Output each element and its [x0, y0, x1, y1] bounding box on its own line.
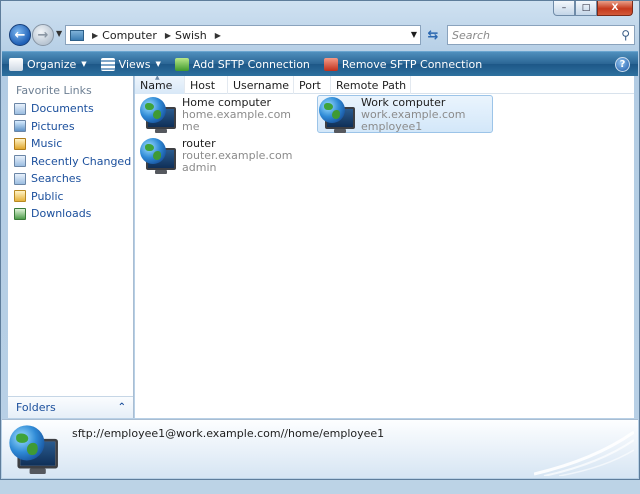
- folders-label: Folders: [16, 401, 56, 414]
- pictures-icon: [14, 120, 26, 133]
- search-icon[interactable]: ⚲: [621, 28, 630, 42]
- close-button[interactable]: X: [597, 1, 633, 16]
- add-sftp-connection-button[interactable]: Add SFTP Connection: [168, 52, 317, 76]
- caption-buttons: – □ X: [553, 1, 633, 16]
- sidebar-item-documents[interactable]: Documents: [8, 100, 133, 118]
- connection-user: admin: [182, 161, 217, 174]
- back-arrow-icon: ←: [14, 27, 26, 43]
- sidebar-item-label: Documents: [31, 102, 94, 116]
- navigation-pane: Favorite Links Documents Pictures Music …: [8, 76, 134, 418]
- forward-button[interactable]: →: [32, 24, 54, 46]
- file-list-pane: ▲ Name Host Username Port Remote Path Ho…: [135, 74, 634, 418]
- organize-label: Organize: [27, 57, 77, 71]
- sidebar-item-public[interactable]: Public: [8, 188, 133, 206]
- chevron-up-icon: ⌃: [117, 402, 126, 413]
- column-header-label: Host: [190, 78, 216, 92]
- remove-sftp-connection-button[interactable]: Remove SFTP Connection: [317, 52, 489, 76]
- column-header-label: Username: [233, 78, 290, 92]
- recent-pages-dropdown-icon[interactable]: ▼: [56, 29, 62, 38]
- column-header-username[interactable]: Username: [228, 76, 294, 94]
- column-header-port[interactable]: Port: [294, 76, 331, 94]
- sidebar-item-downloads[interactable]: Downloads: [8, 205, 133, 223]
- help-icon[interactable]: ?: [615, 57, 630, 72]
- breadcrumb-computer[interactable]: Computer: [102, 29, 157, 42]
- sidebar-item-label: Searches: [31, 172, 82, 186]
- sort-ascending-icon: ▲: [155, 74, 160, 81]
- views-label: Views: [118, 57, 151, 71]
- refresh-icon: ⇆: [427, 27, 439, 43]
- decorative-swoosh: [534, 430, 634, 476]
- music-icon: [14, 137, 26, 150]
- views-icon: [100, 57, 115, 71]
- connection-tile-home-computer[interactable]: Home computer home.example.com me: [139, 96, 315, 134]
- network-globe-icon: [139, 137, 177, 175]
- selected-connection-globe-icon: [8, 424, 78, 494]
- remove-sftp-label: Remove SFTP Connection: [341, 57, 483, 71]
- command-toolbar: Organize ▼ Views ▼ Add SFTP Connection R…: [2, 51, 638, 76]
- public-icon: [14, 190, 26, 203]
- connection-user: me: [182, 120, 200, 133]
- breadcrumb-separator-icon[interactable]: ▶: [92, 31, 98, 40]
- sidebar-item-label: Music: [31, 137, 63, 151]
- minimize-button[interactable]: –: [553, 1, 575, 16]
- column-header-remote-path[interactable]: Remote Path: [331, 76, 411, 94]
- back-button[interactable]: ←: [9, 24, 31, 46]
- breadcrumb-separator-icon[interactable]: ▶: [165, 31, 171, 40]
- maximize-button[interactable]: □: [575, 1, 597, 16]
- sidebar-item-label: Recently Changed: [31, 154, 132, 168]
- column-header-name[interactable]: ▲ Name: [135, 74, 185, 94]
- chevron-down-icon: ▼: [81, 60, 87, 68]
- remove-connection-icon: [323, 57, 338, 71]
- folders-toggle[interactable]: Folders ⌃: [8, 396, 133, 418]
- network-globe-icon: [318, 96, 356, 134]
- documents-icon: [14, 102, 26, 115]
- sidebar-item-label: Downloads: [31, 207, 92, 221]
- sidebar-item-label: Public: [31, 189, 64, 203]
- column-header-label: Remote Path: [336, 78, 407, 92]
- navigation-bar: ← → ▼ ▶ Computer ▶ Swish ▶ ▼ ⇆ Search ⚲: [7, 23, 635, 49]
- organize-icon: [9, 57, 23, 71]
- connection-tile-router[interactable]: router router.example.com admin: [139, 137, 315, 175]
- downloads-icon: [14, 207, 26, 220]
- breadcrumb-swish[interactable]: Swish: [175, 29, 207, 42]
- organize-button[interactable]: Organize ▼: [2, 52, 94, 76]
- add-sftp-label: Add SFTP Connection: [192, 57, 310, 71]
- refresh-button[interactable]: ⇆: [423, 25, 443, 45]
- breadcrumb-separator-icon[interactable]: ▶: [215, 31, 221, 40]
- favorite-links-heading: Favorite Links: [16, 84, 92, 97]
- selected-connection-path: sftp://employee1@work.example.com//home/…: [72, 427, 385, 440]
- views-button[interactable]: Views ▼: [94, 52, 168, 76]
- search-placeholder: Search: [452, 28, 491, 42]
- sidebar-item-searches[interactable]: Searches: [8, 170, 133, 188]
- column-header-host[interactable]: Host: [185, 76, 228, 94]
- connection-user: employee1: [361, 120, 423, 133]
- details-pane: sftp://employee1@work.example.com//home/…: [2, 419, 638, 478]
- column-header-label: Port: [299, 78, 321, 92]
- recently-changed-icon: [14, 155, 26, 168]
- add-connection-icon: [174, 57, 189, 71]
- search-input[interactable]: Search ⚲: [447, 25, 635, 45]
- sidebar-item-music[interactable]: Music: [8, 135, 133, 153]
- explorer-window: – □ X ← → ▼ ▶ Computer ▶ Swish ▶ ▼ ⇆ Sea…: [0, 0, 640, 480]
- address-bar[interactable]: ▶ Computer ▶ Swish ▶ ▼: [65, 25, 421, 45]
- forward-arrow-icon: →: [37, 27, 49, 43]
- sidebar-item-pictures[interactable]: Pictures: [8, 118, 133, 136]
- column-header-row: ▲ Name Host Username Port Remote Path: [135, 74, 634, 94]
- network-globe-icon: [139, 96, 177, 134]
- sidebar-item-label: Pictures: [31, 119, 75, 133]
- address-dropdown-icon[interactable]: ▼: [411, 30, 417, 39]
- computer-icon: [70, 29, 84, 41]
- chevron-down-icon: ▼: [155, 60, 161, 68]
- searches-icon: [14, 172, 26, 185]
- sidebar-item-recently-changed[interactable]: Recently Changed: [8, 153, 133, 171]
- connection-tile-work-computer[interactable]: Work computer work.example.com employee1: [317, 95, 493, 133]
